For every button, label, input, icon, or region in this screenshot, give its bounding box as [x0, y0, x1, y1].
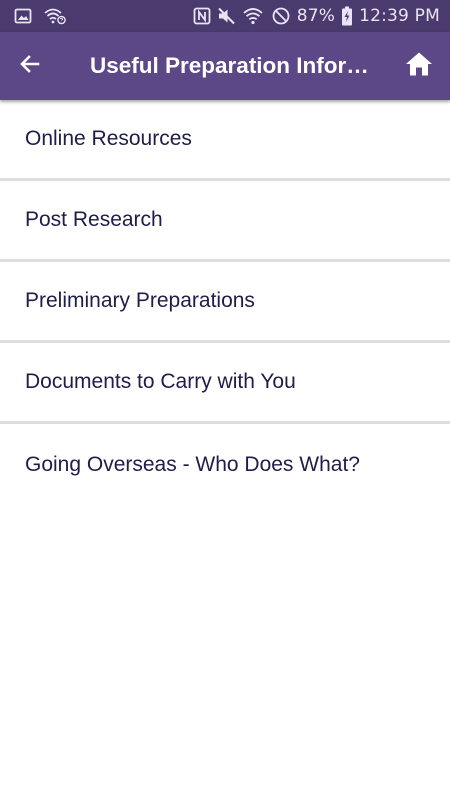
- battery-percent: 87%: [296, 6, 336, 26]
- list-item-online-resources[interactable]: Online Resources: [0, 100, 450, 181]
- mute-icon: [217, 7, 237, 25]
- app-bar: Useful Preparation Infor…: [0, 32, 450, 100]
- list-item-preliminary-preparations[interactable]: Preliminary Preparations: [0, 262, 450, 343]
- wifi-icon: [243, 7, 265, 25]
- status-right: 87% 12:39 PM: [193, 6, 440, 26]
- list-item-label: Online Resources: [25, 127, 192, 150]
- home-icon: [405, 51, 433, 82]
- arrow-left-icon: [18, 52, 42, 81]
- list-item-label: Going Overseas - Who Does What?: [25, 452, 360, 476]
- wifi-question-icon: [44, 7, 66, 25]
- list-item-documents-to-carry[interactable]: Documents to Carry with You: [0, 343, 450, 424]
- menu-list: Online Resources Post Research Prelimina…: [0, 100, 450, 505]
- status-left: [14, 7, 66, 25]
- list-item-post-research[interactable]: Post Research: [0, 181, 450, 262]
- list-item-label: Post Research: [25, 208, 163, 231]
- status-bar: 87% 12:39 PM: [0, 0, 450, 32]
- image-icon: [14, 7, 32, 25]
- list-item-label: Documents to Carry with You: [25, 370, 296, 393]
- battery-charging-icon: [341, 6, 353, 26]
- status-time: 12:39 PM: [359, 6, 440, 26]
- home-button[interactable]: [388, 32, 450, 100]
- page-title: Useful Preparation Infor…: [90, 53, 369, 78]
- list-item-label: Preliminary Preparations: [25, 289, 255, 312]
- block-icon: [271, 7, 291, 25]
- back-button[interactable]: [0, 32, 60, 100]
- list-item-going-overseas[interactable]: Going Overseas - Who Does What?: [0, 424, 450, 505]
- nfc-icon: [193, 7, 211, 25]
